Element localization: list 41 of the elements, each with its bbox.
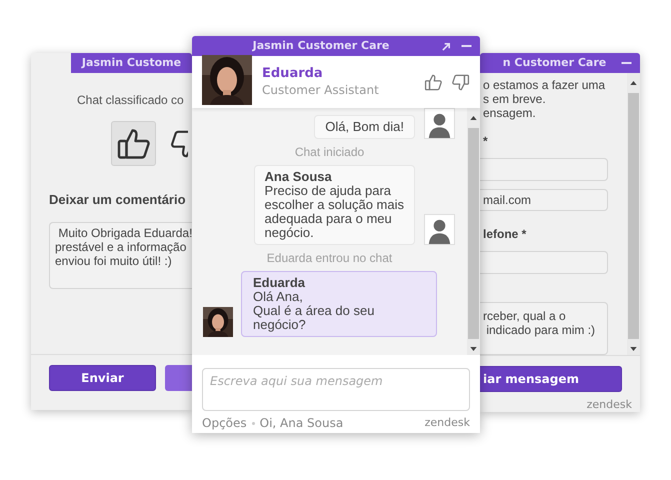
- system-message: Chat iniciado: [294, 145, 364, 159]
- expand-icon[interactable]: [442, 42, 451, 50]
- send-message-button[interactable]: iar mensagem: [480, 366, 622, 392]
- send-button[interactable]: Enviar: [49, 365, 156, 391]
- scroll-down-icon[interactable]: [470, 347, 477, 351]
- input-field[interactable]: mail.com: [480, 188, 608, 212]
- scrollbar-thumb[interactable]: [468, 128, 479, 339]
- brand-text: zendesk: [586, 397, 632, 412]
- window-title: Jasmin Customer Care: [251, 38, 390, 54]
- window-title: n Customer Care: [502, 54, 608, 71]
- message-bubble: Eduarda Olá Ana, Qual é a área do seu negócio?: [241, 271, 437, 337]
- input-field[interactable]: [480, 251, 608, 274]
- scroll-up-icon[interactable]: [470, 116, 477, 120]
- scrollbar-thumb[interactable]: [628, 93, 639, 339]
- user-avatar-icon: [424, 214, 455, 245]
- options-link[interactable]: Opções: [202, 414, 247, 432]
- thumbs-down-icon[interactable]: [451, 72, 470, 92]
- scroll-down-icon[interactable]: [630, 347, 637, 351]
- scrollbar[interactable]: [467, 108, 480, 355]
- agent-name: Eduarda: [262, 66, 324, 82]
- field-label: *: [483, 133, 489, 150]
- scroll-up-icon[interactable]: [630, 81, 637, 85]
- message-input[interactable]: Escreva aqui sua mensagem: [202, 368, 470, 411]
- message-bubble: Ana Sousa Preciso de ajuda para escolher a solução mais adequada para o meu negócio.: [254, 165, 415, 245]
- thumbs-up-icon[interactable]: [424, 72, 443, 92]
- agent-role: Customer Assistant: [262, 82, 380, 98]
- message-field[interactable]: rceber, qual a o indicado para mim :): [480, 302, 608, 355]
- greeting-link[interactable]: Oi, Ana Sousa: [260, 414, 344, 432]
- scrollbar[interactable]: [627, 73, 640, 355]
- comment-label: Deixar um comentário: [49, 191, 187, 209]
- system-message: Eduarda entrou no chat: [266, 251, 392, 265]
- input-field[interactable]: [480, 158, 608, 181]
- rating-prompt: Chat classificado co: [77, 92, 185, 109]
- brand-text: zendesk: [424, 414, 470, 431]
- field-label: lefone *: [483, 226, 528, 244]
- message-bubble: Olá, Bom dia!: [314, 115, 415, 139]
- comment-field[interactable]: Muito Obrigada Eduarda! prestável e a informação enviou foi muito útil! :): [49, 222, 192, 288]
- window-title: Jasmin Custome: [80, 54, 182, 71]
- minimize-icon[interactable]: [621, 61, 632, 65]
- minimize-icon[interactable]: [461, 44, 472, 48]
- intro-text: o estamos a fazer uma s em breve. ensagem.: [483, 78, 606, 120]
